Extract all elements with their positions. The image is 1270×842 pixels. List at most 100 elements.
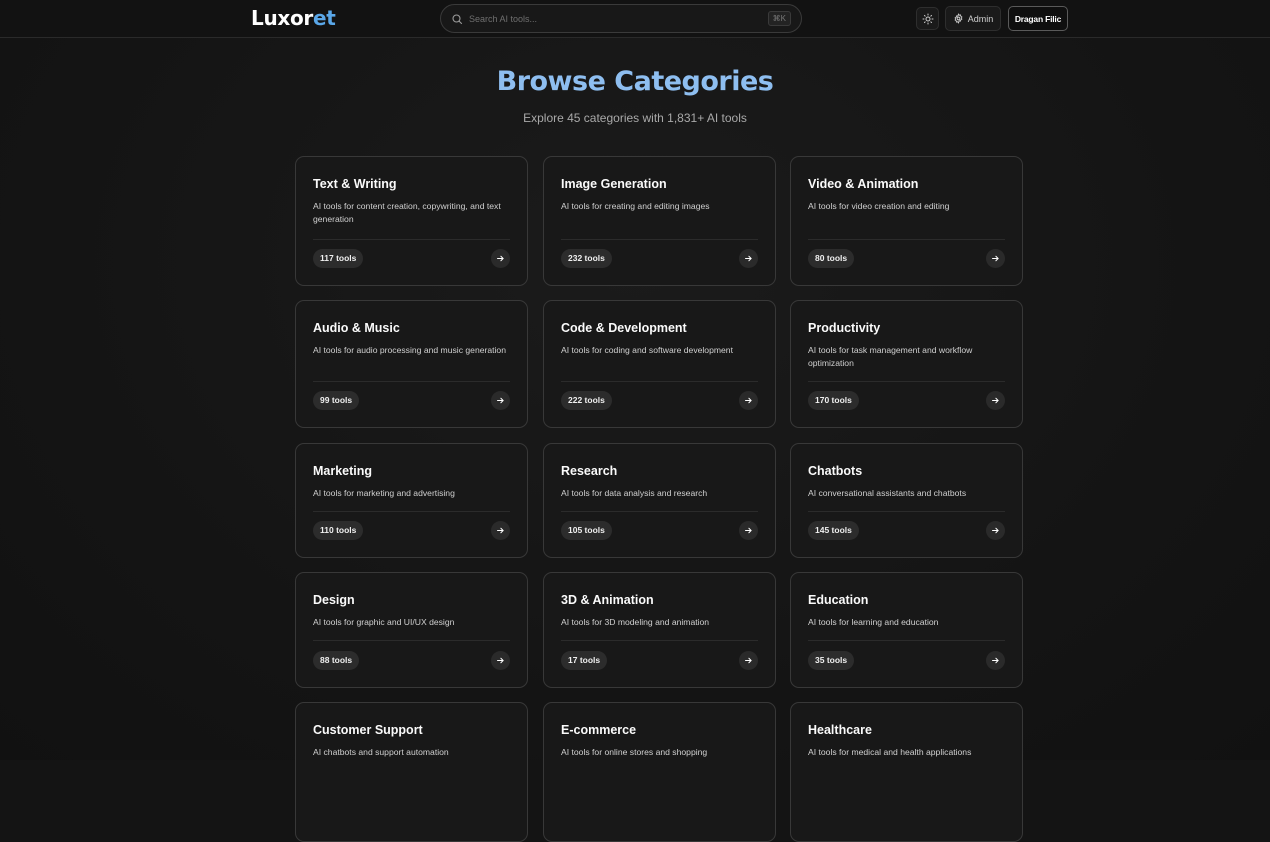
- search-bar[interactable]: ⌘K: [440, 4, 802, 33]
- category-card[interactable]: Marketing AI tools for marketing and adve…: [295, 443, 528, 558]
- category-name: Productivity: [808, 321, 881, 335]
- category-name: Image Generation: [561, 177, 667, 191]
- arrow-right-icon: [497, 255, 504, 262]
- tool-count-badge: 99 tools: [313, 391, 360, 410]
- card-divider: [313, 640, 510, 641]
- tool-count-badge: 222 tools: [561, 391, 612, 410]
- arrow-right-icon: [497, 657, 504, 664]
- category-name: Marketing: [313, 464, 373, 478]
- arrow-right-icon: [745, 397, 752, 404]
- card-divider: [808, 239, 1005, 240]
- tool-count-badge: 117 tools: [313, 249, 364, 268]
- logo-text-accent: et: [313, 6, 336, 30]
- category-description: AI tools for creating and editing images: [561, 201, 710, 211]
- category-name: Audio & Music: [313, 321, 400, 335]
- tool-count-badge: 110 tools: [313, 521, 364, 540]
- category-name: Healthcare: [808, 723, 872, 737]
- open-category-button[interactable]: [739, 249, 758, 268]
- card-divider: [313, 239, 510, 240]
- tool-count-badge: 80 tools: [808, 249, 855, 268]
- open-category-button[interactable]: [739, 391, 758, 410]
- open-category-button[interactable]: [986, 391, 1005, 410]
- open-category-button[interactable]: [491, 249, 510, 268]
- category-card[interactable]: Image Generation AI tools for creating an…: [543, 156, 776, 286]
- category-card[interactable]: Education AI tools for learning and educa…: [790, 572, 1023, 688]
- arrow-right-icon: [745, 255, 752, 262]
- theme-toggle-button[interactable]: [916, 7, 939, 30]
- category-card[interactable]: Code & Development AI tools for coding an…: [543, 300, 776, 428]
- open-category-button[interactable]: [491, 651, 510, 670]
- category-name: Education: [808, 593, 869, 607]
- open-category-button[interactable]: [986, 651, 1005, 670]
- tool-count-badge: 232 tools: [561, 249, 612, 268]
- category-name: Design: [313, 593, 355, 607]
- category-card[interactable]: Audio & Music AI tools for audio processi…: [295, 300, 528, 428]
- category-description: AI chatbots and support automation: [313, 747, 449, 757]
- arrow-right-icon: [992, 397, 999, 404]
- arrow-right-icon: [992, 527, 999, 534]
- category-card[interactable]: Healthcare AI tools for medical and healt…: [790, 702, 1023, 842]
- arrow-right-icon: [992, 255, 999, 262]
- arrow-right-icon: [992, 657, 999, 664]
- category-description: AI tools for data analysis and research: [561, 488, 708, 498]
- category-card[interactable]: Text & Writing AI tools for content creat…: [295, 156, 528, 286]
- category-card[interactable]: Research AI tools for data analysis and r…: [543, 443, 776, 558]
- gear-icon: [954, 13, 963, 24]
- open-category-button[interactable]: [739, 651, 758, 670]
- category-description: AI tools for content creation, copywriti…: [313, 201, 501, 224]
- category-card[interactable]: Video & Animation AI tools for video crea…: [790, 156, 1023, 286]
- category-description: AI tools for online stores and shopping: [561, 747, 708, 757]
- card-divider: [808, 511, 1005, 512]
- logo[interactable]: Luxoret: [251, 6, 336, 30]
- card-divider: [561, 640, 758, 641]
- user-account-button[interactable]: Dragan Filic: [1008, 6, 1068, 31]
- category-description: AI tools for coding and software develop…: [561, 345, 733, 355]
- category-card[interactable]: Chatbots AI conversational assistants and…: [790, 443, 1023, 558]
- category-card[interactable]: E-commerce AI tools for online stores and…: [543, 702, 776, 842]
- category-card[interactable]: Customer Support AI chatbots and support …: [295, 702, 528, 842]
- sun-icon: [922, 13, 933, 24]
- top-navigation-bar: Luxoret ⌘K Admin Dragan Filic: [0, 0, 1270, 38]
- category-name: Customer Support: [313, 723, 423, 737]
- tool-count-badge: 35 tools: [808, 651, 855, 670]
- logo-text-primary: Luxor: [251, 6, 313, 30]
- open-category-button[interactable]: [491, 391, 510, 410]
- search-icon: [452, 13, 463, 24]
- category-description: AI tools for graphic and UI/UX design: [313, 617, 455, 627]
- admin-button[interactable]: Admin: [945, 6, 1001, 31]
- arrow-right-icon: [497, 397, 504, 404]
- tool-count-badge: 88 tools: [313, 651, 360, 670]
- card-divider: [808, 640, 1005, 641]
- category-name: E-commerce: [561, 723, 637, 737]
- page-title: Browse Categories: [496, 66, 774, 97]
- category-description: AI conversational assistants and chatbot…: [808, 488, 967, 498]
- open-category-button[interactable]: [986, 521, 1005, 540]
- category-card[interactable]: 3D & Animation AI tools for 3D modeling a…: [543, 572, 776, 688]
- open-category-button[interactable]: [739, 521, 758, 540]
- category-name: Research: [561, 464, 618, 478]
- search-input[interactable]: [469, 13, 759, 24]
- open-category-button[interactable]: [491, 521, 510, 540]
- tool-count-badge: 170 tools: [808, 391, 859, 410]
- category-description: AI tools for audio processing and music …: [313, 345, 506, 355]
- category-card[interactable]: Design AI tools for graphic and UI/UX des…: [295, 572, 528, 688]
- category-name: Chatbots: [808, 464, 863, 478]
- category-card[interactable]: Productivity AI tools for task management…: [790, 300, 1023, 428]
- card-divider: [561, 511, 758, 512]
- tool-count-badge: 17 tools: [561, 651, 608, 670]
- admin-button-label: Admin: [967, 13, 994, 24]
- category-description: AI tools for marketing and advertising: [313, 488, 455, 498]
- page-subtitle: Explore 45 categories with 1,831+ AI too…: [523, 111, 747, 125]
- open-category-button[interactable]: [986, 249, 1005, 268]
- arrow-right-icon: [497, 527, 504, 534]
- category-name: Code & Development: [561, 321, 687, 335]
- category-name: Video & Animation: [808, 177, 919, 191]
- tool-count-badge: 105 tools: [561, 521, 612, 540]
- card-divider: [808, 381, 1005, 382]
- card-divider: [561, 381, 758, 382]
- arrow-right-icon: [745, 657, 752, 664]
- card-divider: [313, 381, 510, 382]
- category-description: AI tools for medical and health applicat…: [808, 747, 972, 757]
- card-divider: [313, 511, 510, 512]
- category-name: 3D & Animation: [561, 593, 654, 607]
